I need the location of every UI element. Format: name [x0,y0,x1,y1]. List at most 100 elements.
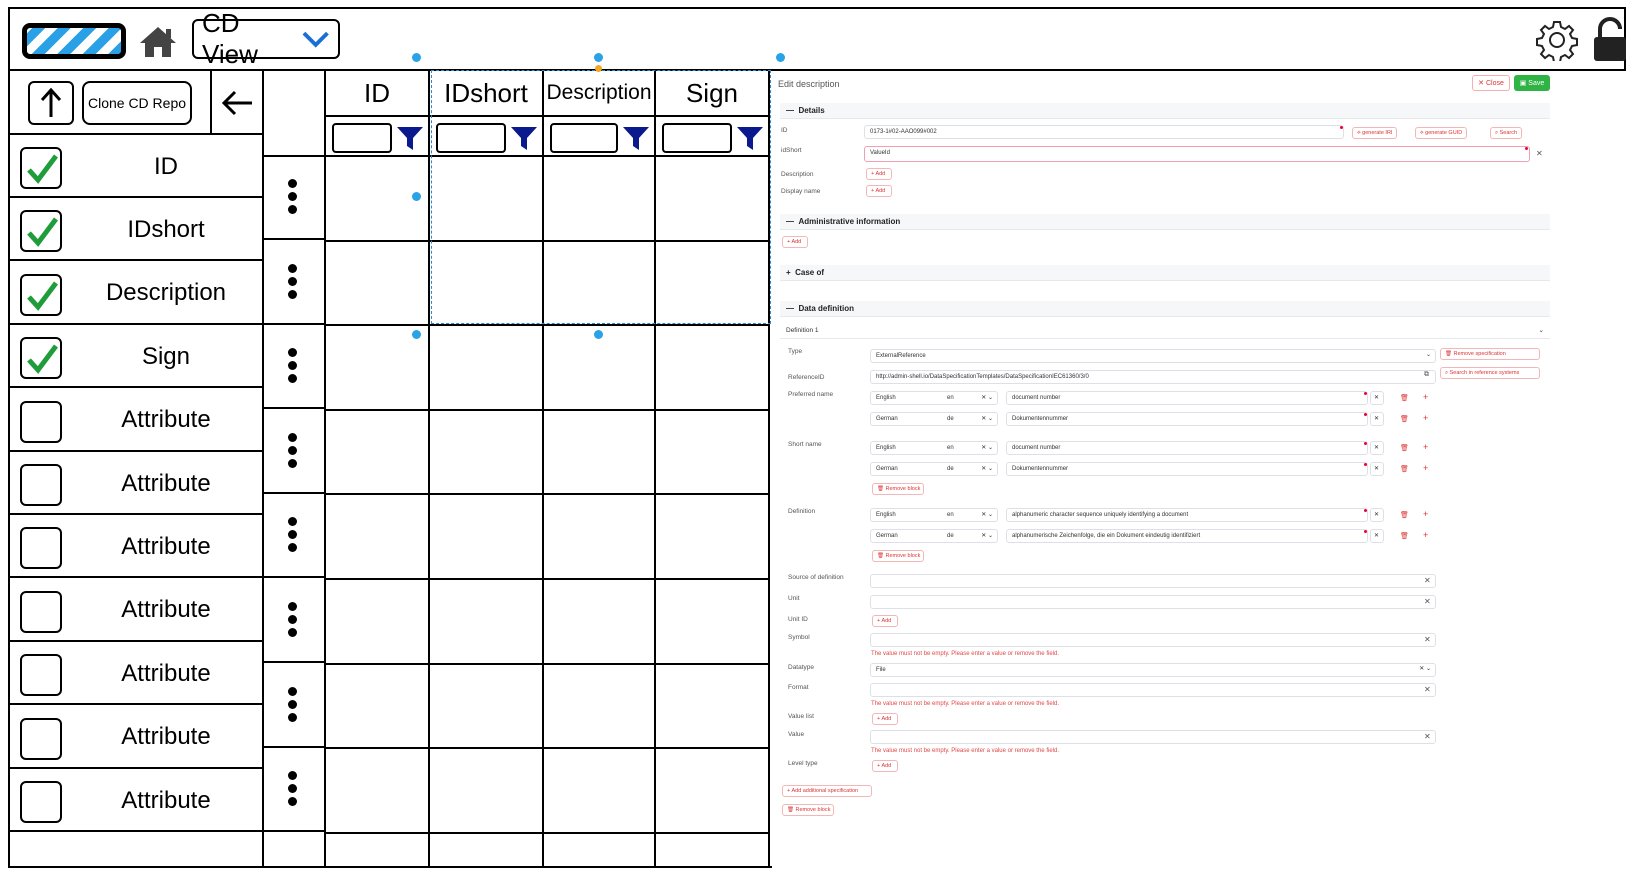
gear-icon[interactable] [1536,19,1578,61]
clear-button[interactable]: ✕ [1370,508,1384,522]
attribute-checkbox[interactable] [20,147,62,189]
language-select[interactable]: English en ✕ ⌄ [870,508,998,522]
add-admin-button[interactable]: + Add [782,236,808,248]
search-reference-systems-button[interactable]: ⌕ Search in reference systems [1440,367,1540,379]
attribute-checkbox[interactable] [20,337,62,380]
more-vertical-icon[interactable] [286,348,300,384]
filter-input[interactable] [550,123,618,153]
language-select[interactable]: German de ✕ ⌄ [870,412,998,426]
add-value-list-button[interactable]: + Add [872,713,898,725]
rotate-handle[interactable] [595,65,602,72]
attribute-checkbox[interactable] [20,464,62,506]
filter-input[interactable] [662,123,732,153]
data-definition-section-header[interactable]: — Data definition [780,301,1550,317]
source-of-definition-input[interactable] [870,574,1436,588]
attribute-checkbox[interactable] [20,717,62,760]
definition-input[interactable]: alphanumerische Zeichenfolge, die ein Do… [1006,529,1368,543]
trash-icon[interactable]: 🗑 [1400,415,1409,423]
plus-icon[interactable]: + [1423,530,1428,540]
more-vertical-icon[interactable] [286,602,300,638]
more-vertical-icon[interactable] [286,771,300,807]
clear-button[interactable]: ✕ [1370,412,1384,426]
definition-input[interactable]: alphanumeric character sequence uniquely… [1006,508,1368,522]
more-vertical-icon[interactable] [286,686,300,723]
generate-iri-button[interactable]: ⟡ generate IRI [1352,127,1398,139]
trash-icon[interactable]: 🗑 [1400,444,1409,452]
value-input[interactable] [870,730,1436,744]
unit-input[interactable] [870,595,1436,609]
clear-icon[interactable]: ✕ [1536,149,1543,158]
attribute-checkbox[interactable] [20,590,62,633]
short-name-input[interactable]: Dokumentennummer [1006,462,1368,476]
add-unit-id-button[interactable]: + Add [872,615,898,627]
add-display-name-button[interactable]: + Add [866,185,892,197]
details-section-header[interactable]: — Details [780,103,1550,119]
selection-handle[interactable] [412,53,421,62]
attribute-checkbox[interactable] [20,781,62,823]
filter-icon[interactable] [396,125,424,151]
filter-icon[interactable] [736,125,764,151]
trash-icon[interactable]: 🗑 [1400,532,1409,540]
selection-handle[interactable] [776,53,785,62]
remove-block-button[interactable]: 🗑 Remove block [782,804,834,816]
external-link-icon[interactable]: ⧉ [1424,371,1429,379]
clear-button[interactable]: ✕ [1370,462,1384,476]
up-button[interactable] [28,81,74,125]
plus-icon[interactable]: + [1423,442,1428,452]
definition-1-header[interactable]: Definition 1 ⌄ [780,325,1550,339]
column-header[interactable]: ID [326,71,430,115]
clone-cd-repo-button[interactable]: Clone CD Repo [82,81,192,125]
datatype-select[interactable]: File ✕ ⌄ [870,663,1436,677]
plus-icon[interactable]: + [1423,413,1428,423]
add-level-type-button[interactable]: + Add [872,760,898,772]
attribute-checkbox[interactable] [20,400,62,443]
clear-icon[interactable]: ✕ [1424,732,1431,741]
plus-icon[interactable]: + [1423,392,1428,402]
clear-icon[interactable]: ✕ [1424,597,1431,606]
arrow-left-icon[interactable] [220,89,254,117]
clear-button[interactable]: ✕ [1370,441,1384,455]
reference-id-input[interactable]: http://admin-shell.io/DataSpecificationT… [870,370,1436,384]
more-vertical-icon[interactable] [286,432,300,469]
idshort-input[interactable]: ValueId [864,146,1530,162]
more-vertical-icon[interactable] [286,179,300,215]
attribute-checkbox[interactable] [20,210,62,253]
filter-icon[interactable] [622,125,650,151]
attribute-checkbox[interactable] [20,273,62,316]
short-name-input[interactable]: document number [1006,441,1368,455]
case-of-section-header[interactable]: + Case of [780,265,1550,281]
clear-button[interactable]: ✕ [1370,529,1384,543]
language-select[interactable]: English en ✕ ⌄ [870,441,998,455]
trash-icon[interactable]: 🗑 [1400,465,1409,473]
attribute-checkbox[interactable] [20,527,62,570]
more-vertical-icon[interactable] [286,263,300,300]
filter-icon[interactable] [510,125,538,151]
add-additional-specification-button[interactable]: + Add additional specification [782,785,872,797]
preferred-name-input[interactable]: document number [1006,391,1368,405]
lock-icon[interactable] [1592,17,1628,63]
save-button[interactable]: ▣ Save [1514,75,1550,91]
type-select[interactable]: ExternalReference ⌄ [870,349,1436,363]
column-header[interactable]: IDshort [430,71,544,115]
symbol-input[interactable] [870,633,1436,647]
add-description-button[interactable]: + Add [866,168,892,180]
selection-handle[interactable] [412,330,421,339]
column-header[interactable]: Description [544,71,656,115]
language-select[interactable]: German de ✕ ⌄ [870,462,998,476]
language-select[interactable]: German de ✕ ⌄ [870,529,998,543]
filter-input[interactable] [436,123,506,153]
close-button[interactable]: ✕ Close [1472,75,1510,91]
remove-specification-button[interactable]: 🗑 Remove specification [1440,348,1540,360]
trash-icon[interactable]: 🗑 [1400,511,1409,519]
trash-icon[interactable]: 🗑 [1400,394,1409,402]
attribute-checkbox[interactable] [20,654,62,697]
home-icon[interactable] [138,25,178,59]
clear-icon[interactable]: ✕ [1424,635,1431,644]
clear-button[interactable]: ✕ [1370,391,1384,405]
clear-icon[interactable]: ✕ [1424,576,1431,585]
selection-handle[interactable] [412,192,421,201]
clear-icon[interactable]: ✕ [1424,685,1431,694]
selection-handle[interactable] [594,330,603,339]
column-header[interactable]: Sign [656,71,770,115]
id-input[interactable]: 0173-1#02-AAO099#002 [864,125,1344,139]
